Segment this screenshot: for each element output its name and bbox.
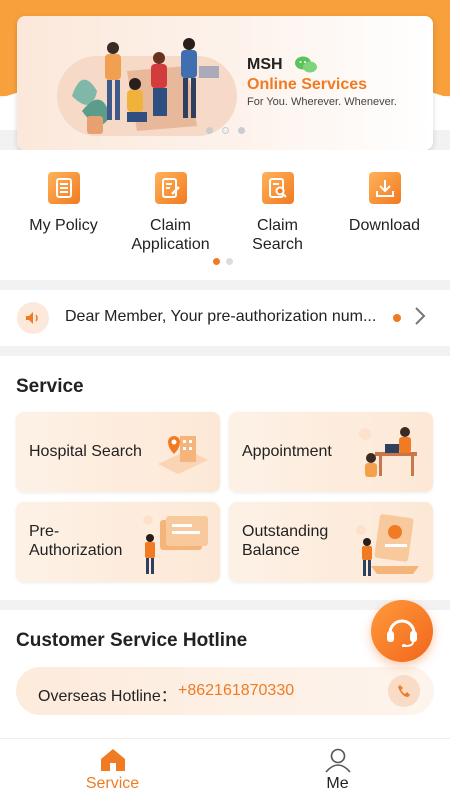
service-card-hospital-search[interactable]: Hospital Search bbox=[16, 412, 220, 492]
quick-action-my-policy[interactable]: My Policy bbox=[10, 172, 117, 254]
card-label: Appointment bbox=[242, 443, 332, 460]
hotline-number[interactable]: +862161870330 bbox=[178, 682, 294, 700]
quick-action-label: My Policy bbox=[29, 217, 98, 234]
quick-action-label: Claim Search bbox=[252, 217, 303, 253]
hotline-label: Overseas Hotline： bbox=[38, 688, 177, 705]
tab-label: Me bbox=[326, 775, 349, 792]
wechat-icon bbox=[295, 56, 317, 73]
home-icon bbox=[100, 749, 125, 771]
pagination-dot bbox=[226, 258, 233, 265]
card-label: Hospital Search bbox=[29, 443, 142, 460]
quick-action-label: Download bbox=[348, 217, 421, 234]
claim-search-icon bbox=[261, 172, 294, 204]
service-section: Service Hospital Search Appointment Pre-… bbox=[0, 356, 450, 600]
user-icon bbox=[324, 748, 351, 773]
notice-text: Dear Member, Your pre-authorization num.… bbox=[65, 308, 377, 325]
tab-service[interactable]: Service bbox=[0, 739, 225, 800]
quick-actions-pagination bbox=[213, 258, 233, 265]
service-title: Service bbox=[16, 376, 84, 397]
home-page: MSH Online Services For You. Wherever. W… bbox=[0, 0, 450, 800]
service-card-pre-authorization[interactable]: Pre- Authorization bbox=[16, 502, 220, 582]
quick-action-download[interactable]: Download bbox=[331, 172, 438, 254]
pagination-dot bbox=[206, 127, 213, 134]
pagination-dot bbox=[238, 127, 245, 134]
notice-bar[interactable]: Dear Member, Your pre-authorization num.… bbox=[0, 290, 450, 346]
service-card-appointment[interactable]: Appointment bbox=[229, 412, 433, 492]
tab-label: Service bbox=[85, 775, 140, 792]
pre-authorization-icon bbox=[143, 515, 208, 574]
banner-subtitle: Online Services bbox=[247, 76, 368, 93]
banner-title: MSH bbox=[247, 56, 283, 73]
banner-illustration bbox=[72, 38, 219, 134]
download-icon bbox=[368, 172, 401, 204]
claim-form-icon bbox=[154, 172, 187, 204]
overseas-hotline-row[interactable]: Overseas Hotline： +862161870330 bbox=[16, 667, 434, 715]
speaker-icon bbox=[17, 302, 49, 334]
hospital-map-icon bbox=[158, 436, 208, 474]
banner-pagination bbox=[206, 127, 245, 134]
document-list-icon bbox=[47, 172, 80, 204]
banner-tagline: For You. Wherever. Whenever. bbox=[247, 96, 397, 108]
hotline-title: Customer Service Hotline bbox=[16, 630, 248, 651]
quick-action-label: Claim Application bbox=[131, 217, 210, 253]
card-label: Pre- Authorization bbox=[29, 523, 123, 559]
tab-me[interactable]: Me bbox=[225, 739, 450, 800]
card-label: Outstanding Balance bbox=[242, 523, 329, 559]
service-card-outstanding-balance[interactable]: Outstanding Balance bbox=[229, 502, 433, 582]
quick-action-claim-application[interactable]: Claim Application bbox=[117, 172, 224, 254]
quick-action-claim-search[interactable]: Claim Search bbox=[224, 172, 331, 254]
customer-support-headset-button[interactable] bbox=[371, 600, 433, 662]
pagination-dot-active bbox=[222, 127, 229, 134]
pagination-dot-active bbox=[213, 258, 220, 265]
appointment-icon bbox=[359, 427, 417, 477]
phone-icon[interactable] bbox=[388, 675, 420, 707]
quick-actions-grid: My Policy Claim Application Claim Search… bbox=[0, 172, 450, 254]
chevron-right-icon[interactable] bbox=[414, 306, 426, 326]
headset-icon bbox=[387, 619, 417, 647]
unread-dot bbox=[393, 314, 401, 322]
bottom-tab-bar: Service Me bbox=[0, 738, 450, 800]
outstanding-balance-icon bbox=[356, 514, 419, 576]
